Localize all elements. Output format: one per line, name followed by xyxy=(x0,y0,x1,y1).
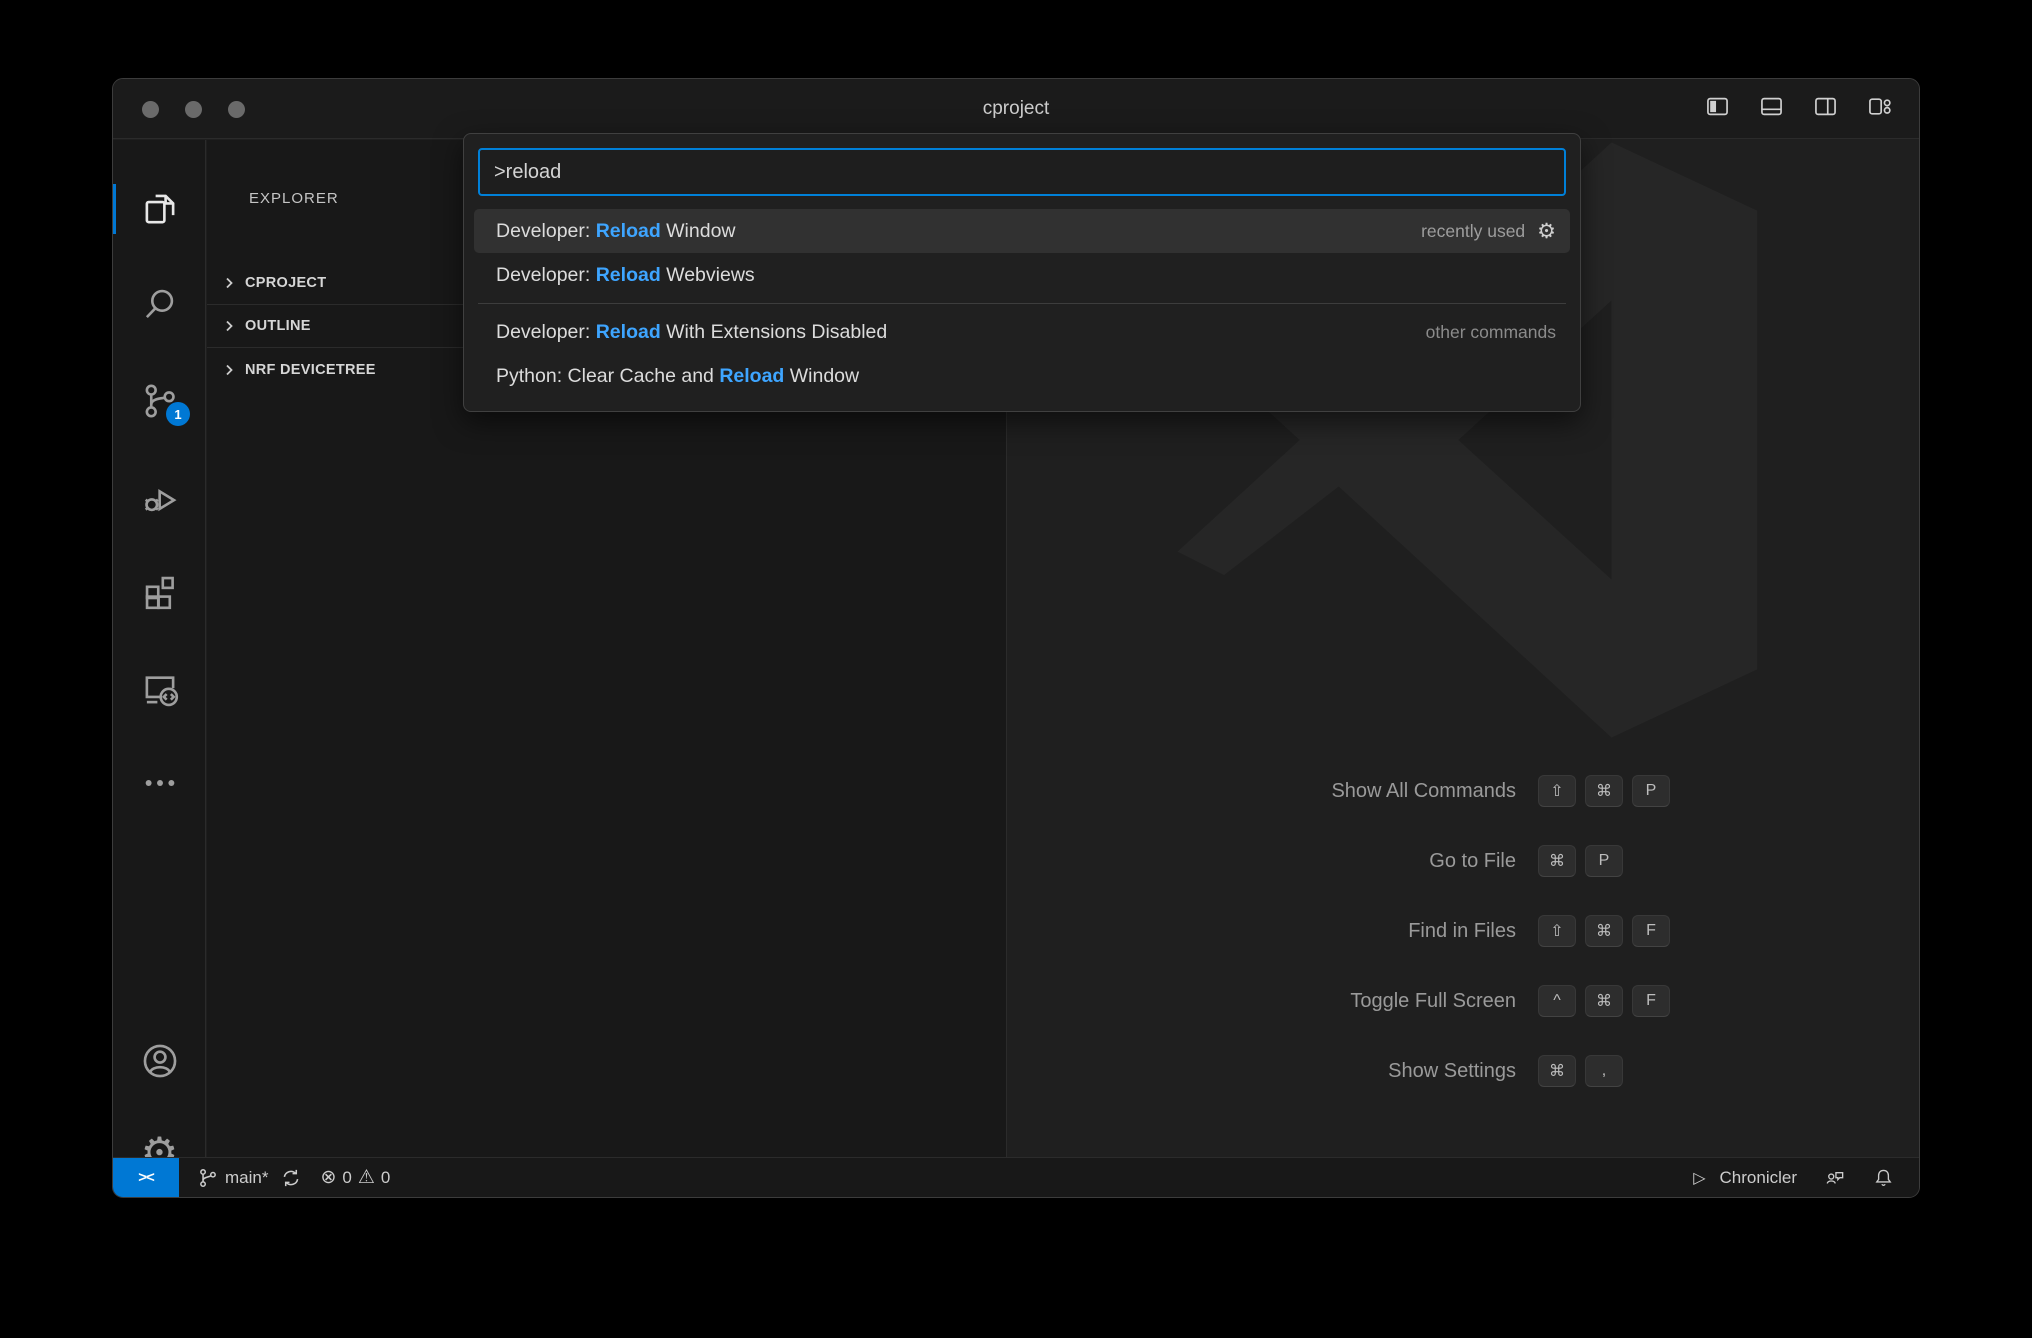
section-label: NRF DEVICETREE xyxy=(245,362,376,378)
shortcut-label: Show All Commands xyxy=(1103,780,1516,803)
account-icon[interactable] xyxy=(113,1030,206,1092)
recently-used-label: recently used xyxy=(1421,221,1525,242)
status-bar-right: ▷ Chronicler xyxy=(1693,1166,1919,1189)
search-icon[interactable] xyxy=(113,273,206,335)
source-control-badge: 1 xyxy=(166,402,190,426)
activity-bar: 1 ⚙ xyxy=(113,140,206,1157)
layout-controls xyxy=(1704,79,1893,139)
toggle-secondary-sidebar-icon[interactable] xyxy=(1812,93,1839,125)
key-cmd: ⌘ xyxy=(1538,1055,1576,1087)
window-title: cproject xyxy=(113,98,1919,120)
section-label: CPROJECT xyxy=(245,275,326,291)
command-item-text: Python: Clear Cache and Reload Window xyxy=(496,365,1556,388)
command-item-text: Developer: Reload Window xyxy=(496,220,1405,243)
shortcut-row: Show All Commands ⇧ ⌘ P xyxy=(1103,776,1670,806)
status-bar: >< main* ⊗ 0 ⚠ 0 ▷ Chronicler xyxy=(113,1157,1919,1197)
shortcut-label: Show Settings xyxy=(1103,1060,1516,1083)
toggle-panel-icon[interactable] xyxy=(1758,93,1785,125)
shortcut-row: Go to File ⌘ P xyxy=(1103,846,1670,876)
extensions-icon[interactable] xyxy=(113,560,206,622)
chevron-right-icon xyxy=(221,362,237,378)
keybinding: ⇧ ⌘ F xyxy=(1538,915,1670,947)
shortcut-row: Toggle Full Screen ^ ⌘ F xyxy=(1103,986,1670,1016)
shortcut-label: Toggle Full Screen xyxy=(1103,990,1516,1013)
warning-count: 0 xyxy=(381,1168,390,1188)
remote-indicator[interactable]: >< xyxy=(113,1158,179,1197)
run-debug-icon[interactable] xyxy=(113,467,206,529)
section-label: OUTLINE xyxy=(245,318,311,334)
shortcut-label: Go to File xyxy=(1103,850,1516,873)
command-palette: >reload Developer: Reload Window recentl… xyxy=(463,133,1581,412)
key-ctrl: ^ xyxy=(1538,985,1576,1017)
command-item-reload-extensions-disabled[interactable]: Developer: Reload With Extensions Disabl… xyxy=(474,310,1570,354)
source-control-icon[interactable]: 1 xyxy=(113,370,206,432)
keybinding: ⌘ , xyxy=(1538,1055,1623,1087)
play-icon: ▷ xyxy=(1693,1168,1705,1188)
feedback-icon[interactable] xyxy=(1823,1166,1846,1189)
remote-explorer-icon[interactable] xyxy=(113,658,206,720)
keybinding: ⌘ P xyxy=(1538,845,1623,877)
configure-keybinding-gear-icon[interactable]: ⚙ xyxy=(1537,221,1556,242)
command-input[interactable]: >reload xyxy=(478,148,1566,196)
problems-item[interactable]: ⊗ 0 ⚠ 0 xyxy=(320,1166,390,1189)
key-shift: ⇧ xyxy=(1538,915,1576,947)
shortcut-row: Show Settings ⌘ , xyxy=(1103,1056,1670,1086)
key-cmd: ⌘ xyxy=(1538,845,1576,877)
titlebar: cproject xyxy=(113,79,1919,139)
sync-icon[interactable] xyxy=(280,1167,302,1189)
key-letter: F xyxy=(1632,985,1670,1017)
key-letter: F xyxy=(1632,915,1670,947)
command-item-reload-window[interactable]: Developer: Reload Window recently used ⚙ xyxy=(474,209,1570,253)
command-item-text: Developer: Reload Webviews xyxy=(496,264,1556,287)
key-letter: P xyxy=(1632,775,1670,807)
customize-layout-icon[interactable] xyxy=(1866,93,1893,125)
error-icon: ⊗ xyxy=(320,1166,336,1189)
command-item-python-clear-cache[interactable]: Python: Clear Cache and Reload Window xyxy=(474,354,1570,398)
match-highlight: Reload xyxy=(596,321,661,343)
key-cmd: ⌘ xyxy=(1585,915,1623,947)
chevron-right-icon xyxy=(221,275,237,291)
keybinding: ⇧ ⌘ P xyxy=(1538,775,1670,807)
branch-name: main* xyxy=(225,1168,268,1188)
key-letter: P xyxy=(1585,845,1623,877)
chronicler-item[interactable]: ▷ Chronicler xyxy=(1693,1168,1797,1188)
other-commands-label: other commands xyxy=(1426,322,1556,343)
key-cmd: ⌘ xyxy=(1585,775,1623,807)
sidebar-title: EXPLORER xyxy=(249,190,339,207)
match-highlight: Reload xyxy=(719,365,784,387)
match-highlight: Reload xyxy=(596,264,661,286)
shortcut-label: Find in Files xyxy=(1103,920,1516,943)
chronicler-label: Chronicler xyxy=(1720,1168,1797,1188)
welcome-shortcuts: Show All Commands ⇧ ⌘ P Go to File ⌘ P F… xyxy=(1103,776,1670,1126)
keybinding: ^ ⌘ F xyxy=(1538,985,1670,1017)
bell-icon[interactable] xyxy=(1872,1166,1895,1189)
command-item-reload-webviews[interactable]: Developer: Reload Webviews xyxy=(474,253,1570,297)
git-branch-icon xyxy=(197,1167,219,1189)
match-highlight: Reload xyxy=(596,220,661,242)
chevron-right-icon xyxy=(221,318,237,334)
error-count: 0 xyxy=(342,1168,351,1188)
group-separator xyxy=(478,303,1566,304)
vscode-window: cproject 1 xyxy=(112,78,1920,1198)
warning-icon: ⚠ xyxy=(358,1166,375,1189)
toggle-primary-sidebar-icon[interactable] xyxy=(1704,93,1731,125)
git-branch-item[interactable]: main* xyxy=(197,1167,302,1189)
more-icon[interactable] xyxy=(113,752,206,814)
explorer-icon[interactable] xyxy=(113,178,206,240)
key-shift: ⇧ xyxy=(1538,775,1576,807)
key-cmd: ⌘ xyxy=(1585,985,1623,1017)
command-query: >reload xyxy=(494,161,561,184)
command-item-text: Developer: Reload With Extensions Disabl… xyxy=(496,321,1410,344)
key-comma: , xyxy=(1585,1055,1623,1087)
shortcut-row: Find in Files ⇧ ⌘ F xyxy=(1103,916,1670,946)
